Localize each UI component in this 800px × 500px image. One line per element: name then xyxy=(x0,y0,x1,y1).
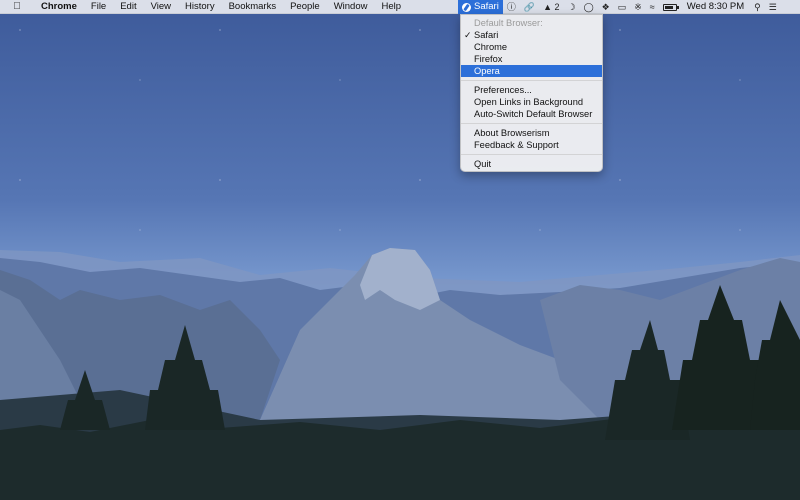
current-browser-label: Safari xyxy=(474,1,499,12)
clock[interactable]: Wed 8:30 PM xyxy=(681,0,750,14)
preferences-item[interactable]: Preferences... xyxy=(461,84,602,96)
bluetooth-icon[interactable]: ※ xyxy=(630,0,646,14)
browser-switcher-menu: Default Browser: ✓ Safari Chrome Firefox… xyxy=(460,14,603,172)
auto-switch-item[interactable]: Auto-Switch Default Browser xyxy=(461,108,602,120)
browser-item-chrome[interactable]: Chrome xyxy=(461,41,602,53)
menu-window[interactable]: Window xyxy=(327,0,375,14)
browser-item-label: Firefox xyxy=(474,54,503,64)
spotlight-search-icon[interactable]: ⚲ xyxy=(750,0,765,14)
menu-file[interactable]: File xyxy=(84,0,113,14)
menu-divider xyxy=(461,154,602,155)
adobe-badge: 2 xyxy=(554,2,560,12)
browser-item-firefox[interactable]: Firefox xyxy=(461,53,602,65)
menu-help[interactable]: Help xyxy=(374,0,408,14)
notification-center-icon[interactable]: ☰ xyxy=(765,0,781,14)
menu-edit[interactable]: Edit xyxy=(113,0,143,14)
link-icon[interactable]: 🔗 xyxy=(520,0,539,14)
feedback-support-item[interactable]: Feedback & Support xyxy=(461,139,602,151)
browser-item-label: Opera xyxy=(474,66,500,76)
dropbox-icon[interactable]: ❖ xyxy=(598,0,614,14)
default-browser-header: Default Browser: xyxy=(474,18,543,28)
circle-icon[interactable]: ◯ xyxy=(580,0,598,14)
open-links-background-item[interactable]: Open Links in Background xyxy=(461,96,602,108)
menu-bar:  Chrome File Edit View History Bookmark… xyxy=(0,0,800,14)
safari-compass-icon xyxy=(462,2,471,12)
menu-view[interactable]: View xyxy=(144,0,178,14)
apple-menu-icon[interactable]:  xyxy=(10,1,24,12)
about-item[interactable]: About Browserism xyxy=(461,127,602,139)
browser-item-label: Chrome xyxy=(474,42,508,52)
menu-divider xyxy=(461,80,602,81)
mountain-landscape xyxy=(0,248,800,500)
info-icon[interactable]: ⓘ xyxy=(503,0,520,14)
airplay-icon[interactable]: ▭ xyxy=(614,0,631,14)
menu-divider xyxy=(461,123,602,124)
browser-item-safari[interactable]: ✓ Safari xyxy=(461,29,602,41)
menu-people[interactable]: People xyxy=(283,0,327,14)
desktop-wallpaper xyxy=(0,0,800,500)
battery-icon[interactable] xyxy=(659,0,681,14)
moon-icon[interactable]: ☽ xyxy=(564,0,580,14)
adobe-icon[interactable]: ▲ 2 xyxy=(539,0,563,14)
browser-item-label: Safari xyxy=(474,30,499,40)
browser-item-opera[interactable]: Opera xyxy=(461,65,602,77)
wifi-icon[interactable]: ≈ xyxy=(646,0,659,14)
browser-switcher-status-item[interactable]: Safari xyxy=(458,0,503,14)
checkmark-icon: ✓ xyxy=(464,30,472,40)
quit-item[interactable]: Quit xyxy=(461,158,602,170)
menu-bookmarks[interactable]: Bookmarks xyxy=(222,0,284,14)
menu-history[interactable]: History xyxy=(178,0,222,14)
app-menu[interactable]: Chrome xyxy=(34,0,84,14)
